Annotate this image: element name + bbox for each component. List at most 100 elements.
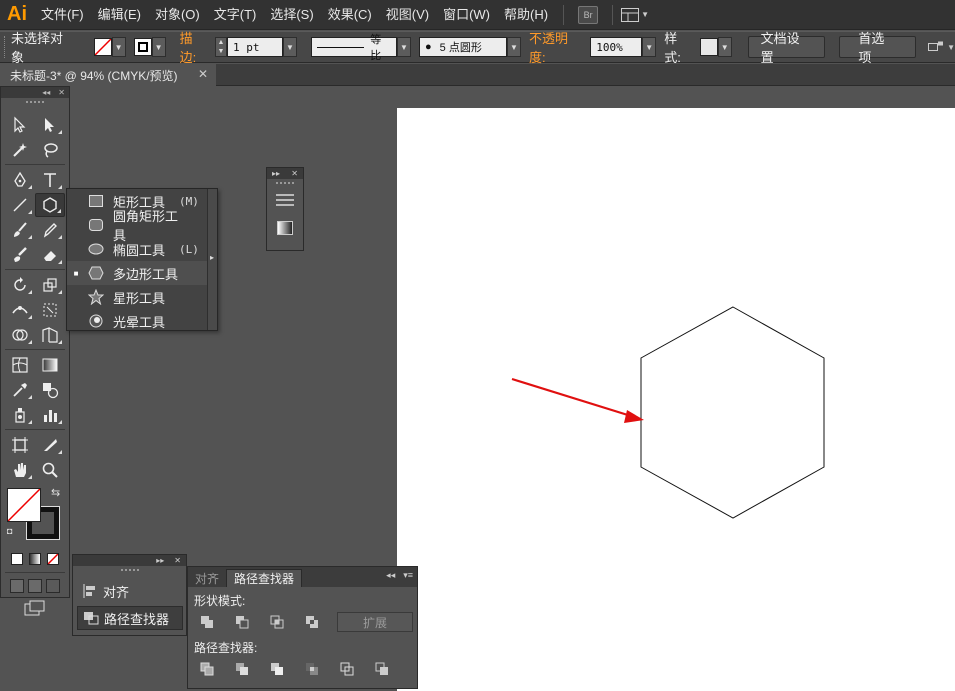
direct-selection-tool-icon[interactable] bbox=[35, 113, 65, 137]
fill-swatch-dropdown[interactable]: ▼ bbox=[93, 37, 126, 57]
panel-header[interactable]: ◂◂ ✕ bbox=[1, 87, 69, 98]
exclude-button[interactable] bbox=[301, 613, 323, 631]
arrange-documents-button[interactable]: ▼ bbox=[928, 41, 955, 53]
type-tool-icon[interactable] bbox=[35, 168, 65, 192]
panel-item-pathfinder[interactable]: 路径查找器 bbox=[77, 606, 183, 630]
none-mode-icon[interactable] bbox=[47, 553, 59, 565]
draw-normal-icon[interactable] bbox=[10, 579, 24, 593]
pencil-tool-icon[interactable] bbox=[35, 218, 65, 242]
selection-tool-icon[interactable] bbox=[5, 113, 35, 137]
grip-handle[interactable] bbox=[73, 566, 186, 574]
bridge-button[interactable]: Br bbox=[578, 5, 599, 24]
artboard[interactable] bbox=[397, 108, 955, 691]
flyout-item-star[interactable]: 星形工具 bbox=[67, 285, 207, 309]
grip-handle[interactable] bbox=[1, 98, 69, 106]
collapse-icon[interactable]: ◂◂ bbox=[386, 570, 395, 581]
outline-button[interactable] bbox=[336, 660, 358, 678]
magic-wand-tool-icon[interactable] bbox=[5, 138, 35, 162]
paintbrush-tool-icon[interactable] bbox=[5, 218, 35, 242]
blend-tool-icon[interactable] bbox=[35, 378, 65, 402]
document-tab[interactable]: 未标题-3* @ 94% (CMYK/预览) ✕ bbox=[0, 64, 216, 86]
hexagon-shape[interactable] bbox=[640, 306, 825, 519]
mesh-tool-icon[interactable] bbox=[5, 353, 35, 377]
stepper-icon[interactable]: ▲ ▼ bbox=[214, 37, 227, 57]
menu-select[interactable]: 选择(S) bbox=[263, 0, 320, 30]
screen-mode-icon[interactable] bbox=[24, 600, 46, 619]
menu-object[interactable]: 对象(O) bbox=[148, 0, 207, 30]
line-segment-tool-icon[interactable] bbox=[5, 193, 35, 217]
stroke-weight-input[interactable]: 1 pt bbox=[226, 37, 283, 57]
close-icon[interactable]: ✕ bbox=[198, 67, 208, 81]
opacity-dropdown[interactable]: 100% ▼ bbox=[590, 37, 657, 57]
artboard-tool-icon[interactable] bbox=[5, 433, 35, 457]
flyout-item-ellipse[interactable]: 椭圆工具 (L) bbox=[67, 237, 207, 261]
pen-tool-icon[interactable] bbox=[5, 168, 35, 192]
shape-builder-tool-icon[interactable] bbox=[5, 323, 35, 347]
blob-brush-tool-icon[interactable] bbox=[5, 243, 35, 267]
intersect-button[interactable] bbox=[266, 613, 288, 631]
flyout-item-flare[interactable]: 光晕工具 bbox=[67, 309, 207, 333]
grip-handle[interactable] bbox=[4, 36, 8, 58]
swap-fill-stroke-icon[interactable]: ⇆ bbox=[51, 486, 60, 499]
menu-window[interactable]: 窗口(W) bbox=[436, 0, 497, 30]
brush-dropdown[interactable]: ● 5 点圆形 ▼ bbox=[418, 37, 521, 57]
crop-button[interactable] bbox=[301, 660, 323, 678]
free-transform-tool-icon[interactable] bbox=[35, 298, 65, 322]
preferences-button[interactable]: 首选项 bbox=[839, 31, 917, 65]
default-fill-stroke-icon[interactable]: ◘ bbox=[7, 526, 12, 536]
color-mode-icon[interactable] bbox=[11, 553, 23, 565]
panel-header[interactable]: ▸▸ ✕ bbox=[73, 555, 186, 566]
divide-button[interactable] bbox=[196, 660, 218, 678]
opacity-label[interactable]: 不透明度: bbox=[528, 28, 585, 67]
tab-align[interactable]: 对齐 bbox=[188, 569, 226, 587]
menu-view[interactable]: 视图(V) bbox=[379, 0, 436, 30]
menu-edit[interactable]: 编辑(E) bbox=[91, 0, 148, 30]
tear-off-strip[interactable]: ▸ bbox=[207, 189, 217, 330]
scale-tool-icon[interactable] bbox=[35, 273, 65, 297]
workspace-switcher-button[interactable]: ▼ bbox=[621, 7, 649, 22]
polygon-tool-icon[interactable] bbox=[35, 192, 65, 217]
trim-button[interactable] bbox=[231, 660, 253, 678]
grip-handle[interactable] bbox=[267, 179, 303, 187]
menu-help[interactable]: 帮助(H) bbox=[497, 0, 555, 30]
zoom-tool-icon[interactable] bbox=[35, 458, 65, 482]
panel-menu-icon[interactable]: ▾≡ bbox=[403, 570, 413, 581]
perspective-grid-tool-icon[interactable] bbox=[35, 323, 65, 347]
menu-effect[interactable]: 效果(C) bbox=[321, 0, 379, 30]
gradient-tool-icon[interactable] bbox=[35, 353, 65, 377]
menu-type[interactable]: 文字(T) bbox=[207, 0, 264, 30]
merge-button[interactable] bbox=[266, 660, 288, 678]
stroke-label[interactable]: 描边: bbox=[179, 28, 209, 67]
rotate-tool-icon[interactable] bbox=[5, 273, 35, 297]
eyedropper-tool-icon[interactable] bbox=[5, 378, 35, 402]
flyout-item-polygon[interactable]: ■ 多边形工具 bbox=[67, 261, 207, 285]
gradient-mode-icon[interactable] bbox=[29, 553, 41, 565]
minus-back-button[interactable] bbox=[371, 660, 393, 678]
minus-front-button[interactable] bbox=[231, 613, 253, 631]
slice-tool-icon[interactable] bbox=[35, 433, 65, 457]
lasso-tool-icon[interactable] bbox=[35, 138, 65, 162]
close-icon[interactable]: ✕ bbox=[291, 169, 298, 178]
opacity-input[interactable]: 100% bbox=[590, 37, 643, 57]
menu-file[interactable]: 文件(F) bbox=[34, 0, 91, 30]
tab-pathfinder[interactable]: 路径查找器 bbox=[226, 569, 303, 587]
hand-tool-icon[interactable] bbox=[5, 458, 35, 482]
expand-icon[interactable]: ▸▸ bbox=[272, 169, 280, 178]
eraser-tool-icon[interactable] bbox=[35, 243, 65, 267]
unite-button[interactable] bbox=[196, 613, 218, 631]
column-graph-tool-icon[interactable] bbox=[35, 403, 65, 427]
gradient-panel-icon[interactable] bbox=[267, 221, 303, 235]
document-setup-button[interactable]: 文档设置 bbox=[747, 31, 826, 65]
width-tool-icon[interactable] bbox=[5, 298, 35, 322]
expand-icon[interactable]: ▸▸ bbox=[156, 556, 164, 565]
stroke-panel-icon[interactable] bbox=[267, 193, 303, 207]
panel-header[interactable]: ▸▸ ✕ bbox=[267, 168, 303, 179]
stroke-swatch-dropdown[interactable]: ▼ bbox=[133, 37, 166, 57]
expand-button[interactable]: 扩展 bbox=[337, 612, 413, 632]
panel-item-align[interactable]: 对齐 bbox=[77, 579, 183, 603]
draw-behind-icon[interactable] bbox=[28, 579, 42, 593]
close-icon[interactable]: ✕ bbox=[174, 556, 181, 565]
close-icon[interactable]: ✕ bbox=[58, 88, 65, 97]
stroke-profile-dropdown[interactable]: 等比 ▼ bbox=[310, 34, 411, 62]
symbol-sprayer-tool-icon[interactable] bbox=[5, 403, 35, 427]
